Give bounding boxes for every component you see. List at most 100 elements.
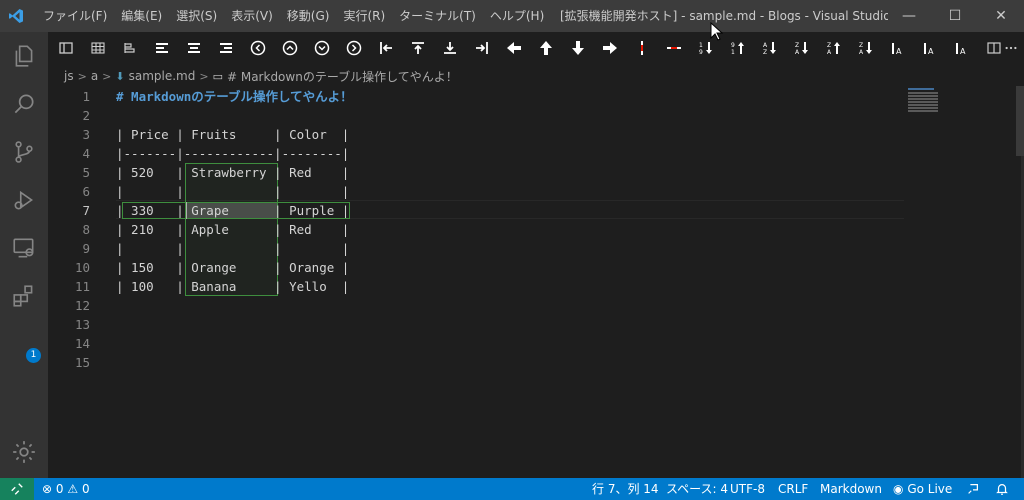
svg-text:A: A [827, 49, 832, 56]
sort-az-button[interactable]: ZA [824, 38, 844, 58]
arrow-up-button[interactable] [536, 38, 556, 58]
warning-count: 0 [81, 482, 90, 496]
minimap[interactable] [906, 86, 1016, 146]
bell-icon[interactable] [995, 478, 1009, 500]
arrow-right-button[interactable] [600, 38, 620, 58]
minimap-line [908, 107, 938, 109]
breadcrumb-item-file[interactable]: sample.md [129, 69, 196, 83]
align-left-button[interactable] [152, 38, 172, 58]
font-a-large-button[interactable]: A [952, 38, 972, 58]
menu-selection[interactable]: 選択(S) [169, 0, 224, 32]
code-line-heading[interactable]: # Markdownのテーブル操作してやんよ！ [116, 87, 353, 106]
table-row[interactable]: | | | | [116, 182, 349, 201]
menu-edit[interactable]: 編集(E) [114, 0, 169, 32]
gear-icon[interactable] [0, 428, 48, 476]
breadcrumb-item-js[interactable]: js [64, 69, 74, 83]
font-a-icon: A [924, 43, 934, 56]
font-a-small-button[interactable]: A [888, 38, 908, 58]
table-separator-row[interactable]: |-------|------------|--------| [116, 144, 349, 163]
arrow-up-icon [540, 41, 552, 55]
close-icon: ✕ [995, 8, 1007, 24]
table-row[interactable]: | 520 | Strawberry | Red | [116, 163, 349, 182]
toggle-preview-button[interactable] [56, 38, 76, 58]
line-number: 8 [82, 222, 90, 237]
svg-text:A: A [896, 47, 902, 56]
menu-file[interactable]: ファイル(F) [36, 0, 114, 32]
maximize-button[interactable]: ☐ [932, 0, 978, 32]
language-mode[interactable]: Markdown [820, 478, 882, 500]
line-number: 11 [74, 279, 90, 294]
sort-num-desc-button[interactable]: 91 [728, 38, 748, 58]
sort-alpha-asc-button[interactable]: AZ [760, 38, 780, 58]
move-right-circle-button[interactable] [344, 38, 364, 58]
arrow-down-button[interactable] [568, 38, 588, 58]
jump-last-icon [476, 42, 488, 54]
table-grid-button[interactable] [88, 38, 108, 58]
jump-bottom-button[interactable] [440, 38, 460, 58]
scrollbar-thumb[interactable] [1016, 86, 1024, 156]
remote-button[interactable] [0, 478, 34, 500]
svg-text:1: 1 [699, 42, 703, 49]
insert-row-button[interactable] [664, 38, 684, 58]
move-down-circle-button[interactable] [312, 38, 332, 58]
align-center-button[interactable] [184, 38, 204, 58]
minimap-line [908, 98, 938, 100]
move-left-circle-button[interactable] [248, 38, 268, 58]
sort-az-icon: ZA [827, 42, 840, 56]
insert-column-button[interactable] [632, 38, 652, 58]
eol-setting[interactable]: CRLF [778, 478, 808, 500]
menu-help[interactable]: ヘルプ(H) [483, 0, 551, 32]
line-number: 1 [82, 89, 90, 104]
jump-last-button[interactable] [472, 38, 492, 58]
table-row[interactable]: | 210 | Apple | Red | [116, 220, 349, 239]
align-table-button[interactable] [120, 38, 140, 58]
table-row[interactable]: | 150 | Orange | Orange | [116, 258, 349, 277]
arrow-left-button[interactable] [504, 38, 524, 58]
more-actions-button[interactable] [1004, 38, 1018, 58]
mouse-pointer-icon [710, 22, 724, 41]
run-debug-icon[interactable] [0, 176, 48, 224]
align-right-icon [220, 43, 232, 53]
cursor-position[interactable]: 行 7、列 14 [592, 478, 659, 500]
indentation-setting[interactable]: スペース: 4 [666, 478, 728, 500]
table-row[interactable]: | 100 | Banana | Yello | [116, 277, 349, 296]
status-bar: ⊗ 0 ⚠ 0 行 7、列 14 スペース: 4 UTF-8 CRLF Mark… [0, 478, 1024, 500]
menu-run[interactable]: 実行(R) [336, 0, 392, 32]
jump-top-button[interactable] [408, 38, 428, 58]
split-editor-button[interactable] [984, 38, 1004, 58]
extensions-icon[interactable] [0, 272, 48, 320]
go-live-button[interactable]: ◉ Go Live [893, 478, 952, 500]
explorer-icon[interactable] [0, 32, 48, 80]
remote-explorer-icon[interactable] [0, 224, 48, 272]
menu-view[interactable]: 表示(V) [224, 0, 280, 32]
close-button[interactable]: ✕ [978, 0, 1024, 32]
problems-indicator[interactable]: ⊗ 0 ⚠ 0 [42, 478, 90, 500]
extensions-badge: 1 [26, 348, 41, 363]
table-row[interactable]: | | | | [116, 239, 349, 258]
align-right-button[interactable] [216, 38, 236, 58]
minimize-button[interactable]: — [886, 0, 932, 32]
breadcrumb-item-a[interactable]: a [91, 69, 98, 83]
sort-za-button[interactable]: ZA [856, 38, 876, 58]
table-header-row[interactable]: | Price | Fruits | Color | [116, 125, 349, 144]
menu-go[interactable]: 移動(G) [280, 0, 337, 32]
svg-text:9: 9 [699, 49, 703, 56]
font-a-medium-button[interactable]: A [920, 38, 940, 58]
preview-icon [59, 42, 73, 54]
sort-alpha-desc-button[interactable]: ZA [792, 38, 812, 58]
source-control-icon[interactable] [0, 128, 48, 176]
jump-first-button[interactable] [376, 38, 396, 58]
minimap-line [908, 104, 938, 106]
search-icon[interactable] [0, 80, 48, 128]
editor-area[interactable]: 1 2 3 4 5 6 7 8 9 10 11 12 13 14 15 # Ma… [48, 86, 1024, 478]
table-row[interactable]: | 330 | Grape | Purple | [116, 201, 349, 220]
breadcrumb-item-heading[interactable]: # Markdownのテーブル操作してやんよ！ [227, 68, 458, 85]
menu-bar: ファイル(F) 編集(E) 選択(S) 表示(V) 移動(G) 実行(R) ター… [32, 0, 551, 32]
svg-text:A: A [763, 42, 768, 49]
line-number: 2 [82, 108, 90, 123]
feedback-icon[interactable] [966, 478, 980, 500]
move-up-circle-button[interactable] [280, 38, 300, 58]
encoding-setting[interactable]: UTF-8 [730, 478, 765, 500]
menu-terminal[interactable]: ターミナル(T) [392, 0, 483, 32]
insert-row-icon [667, 47, 681, 49]
